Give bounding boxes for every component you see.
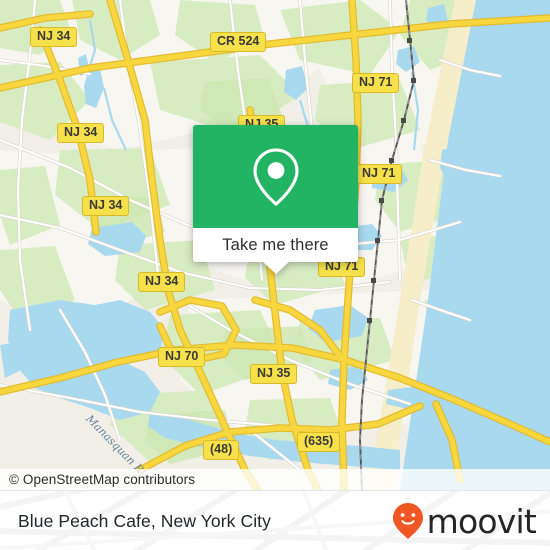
road-shield: (48) [203, 440, 240, 460]
road-shield: NJ 34 [30, 27, 78, 47]
road-shield-label: CR 524 [217, 34, 260, 48]
map-attribution[interactable]: © OpenStreetMap contributors [0, 469, 550, 490]
moovit-logo[interactable]: moovit [392, 491, 537, 550]
road-shield-label: NJ 34 [145, 274, 179, 288]
road-shield-label: NJ 34 [37, 29, 71, 43]
popup-header [193, 125, 358, 228]
map-pin-icon [252, 147, 299, 206]
road-shield: NJ 71 [355, 164, 403, 184]
road-shield: NJ 34 [57, 123, 105, 143]
road-shield-label: NJ 35 [257, 366, 291, 380]
road-shield: NJ 71 [352, 73, 400, 93]
place-title: Blue Peach Cafe, New York City [18, 510, 271, 531]
road-shield-label: (635) [304, 434, 334, 448]
footer-bar: Blue Peach Cafe, New York City moovit [0, 490, 550, 550]
road-shield: CR 524 [210, 32, 267, 52]
road-shield: (635) [297, 432, 341, 452]
road-shield-label: (48) [210, 442, 233, 456]
take-me-there-label: Take me there [222, 235, 329, 254]
road-shield-label: NJ 34 [89, 198, 123, 212]
destination-popup[interactable]: Take me there [193, 125, 358, 274]
road-shield: NJ 34 [138, 272, 186, 292]
road-shield-label: NJ 34 [64, 125, 98, 139]
take-me-there-button[interactable]: Take me there [193, 228, 358, 262]
moovit-wordmark: moovit [426, 501, 537, 541]
moovit-pin-smiley-icon [392, 503, 423, 539]
road-shield: NJ 34 [82, 196, 130, 216]
road-shield: NJ 70 [158, 347, 206, 367]
road-shield-label: NJ 71 [362, 166, 396, 180]
road-shield-label: NJ 71 [359, 75, 393, 89]
moovit-map-screenshot: Manasquan River NJ 34CR 524NJ 71NJ 34NJ … [0, 0, 550, 550]
road-shield-label: NJ 70 [165, 349, 199, 363]
popup-tail [262, 262, 289, 274]
attribution-text: © OpenStreetMap contributors [9, 472, 196, 487]
road-shield: NJ 35 [250, 364, 298, 384]
